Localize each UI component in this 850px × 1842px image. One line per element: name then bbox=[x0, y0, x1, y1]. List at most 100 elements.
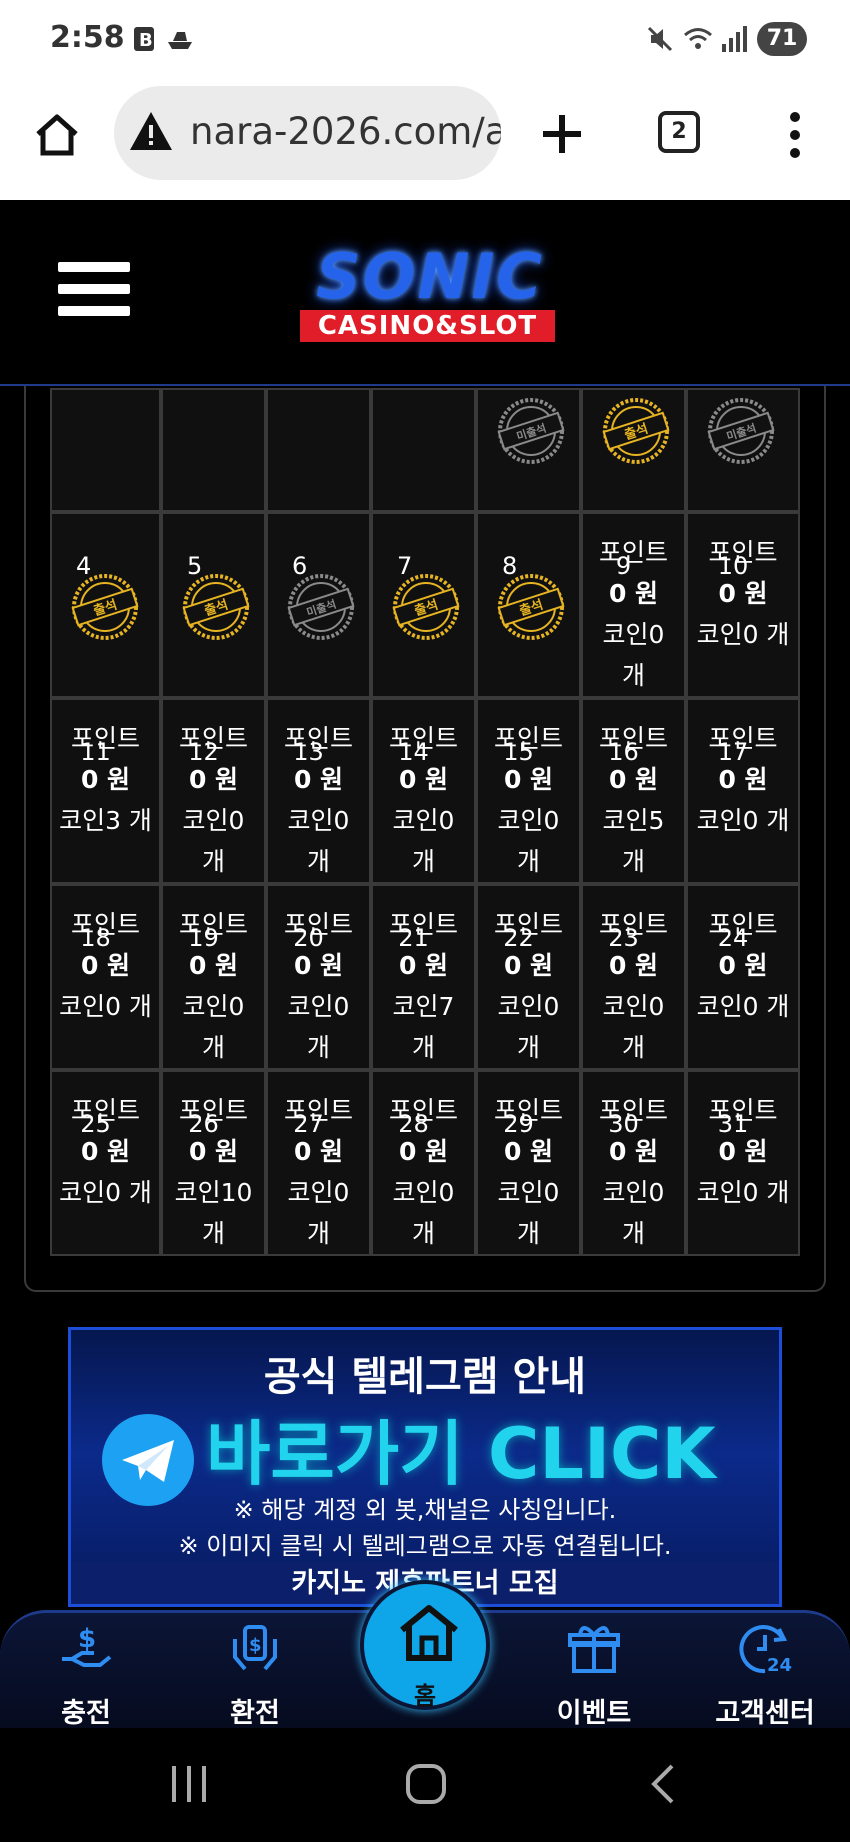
coin-value: 코인10 bbox=[174, 1178, 253, 1207]
coin-value: 코인0 개 bbox=[696, 620, 790, 649]
calendar-day-15: 15 포인트 0 원 코인0 개 bbox=[476, 698, 581, 884]
new-tab-icon[interactable] bbox=[540, 112, 584, 156]
telegram-banner[interactable]: 공식 텔레그램 안내 바로가기 CLICK ※ 해당 계정 외 봇,채널은 사칭… bbox=[68, 1327, 782, 1607]
day-number: 25 bbox=[80, 1110, 111, 1138]
day-number: 4 bbox=[76, 552, 92, 580]
site-header: SONIC CASINO&SLOT bbox=[0, 200, 850, 386]
banner-note-1: ※ 해당 계정 외 봇,채널은 사칭입니다. bbox=[233, 1496, 617, 1524]
day-number: 11 bbox=[80, 738, 111, 766]
svg-text:$: $ bbox=[78, 1624, 96, 1654]
day-number: 15 bbox=[503, 738, 534, 766]
address-bar[interactable]: nara-2026.com/a bbox=[114, 86, 501, 180]
calendar-day-19: 19 포인트 0 원 코인0 개 bbox=[161, 884, 266, 1070]
home-icon bbox=[400, 1605, 458, 1661]
coin-value: 코인0 bbox=[182, 992, 245, 1021]
coin-unit: 개 bbox=[201, 847, 225, 876]
day-reward-info: 포인트 0 원 코인0 개 bbox=[688, 532, 798, 655]
coin-unit: 개 bbox=[411, 1219, 435, 1248]
system-home-icon[interactable] bbox=[404, 1762, 448, 1806]
day-number: 26 bbox=[188, 1110, 219, 1138]
more-menu-icon[interactable] bbox=[783, 110, 807, 160]
calendar-cell: 출석 bbox=[581, 388, 686, 512]
recent-apps-icon[interactable] bbox=[168, 1764, 210, 1804]
gift-icon bbox=[568, 1626, 620, 1673]
coin-value: 코인0 개 bbox=[696, 1178, 790, 1207]
attended-stamp-icon: 출석 bbox=[182, 574, 250, 640]
coin-unit: 개 bbox=[201, 1033, 225, 1062]
nav-deposit[interactable]: $ 충전 bbox=[26, 1613, 146, 1731]
nav-support[interactable]: 24 고객센터 bbox=[705, 1613, 825, 1731]
day-number: 27 bbox=[293, 1110, 324, 1138]
day-number: 23 bbox=[608, 924, 639, 952]
system-nav-bar bbox=[0, 1728, 850, 1842]
status-bar: 2:58 B 71 bbox=[0, 0, 850, 80]
url-text: nara-2026.com/a bbox=[190, 110, 501, 153]
day-number: 10 bbox=[717, 552, 749, 580]
day-reward-info: 포인트 0 원 코인0 개 bbox=[688, 1090, 798, 1213]
nav-withdraw-label: 환전 bbox=[230, 1698, 280, 1729]
absent-stamp-icon: 미출석 bbox=[287, 574, 355, 640]
calendar-cell bbox=[161, 388, 266, 512]
coin-value: 코인0 bbox=[497, 1178, 560, 1207]
calendar-day-5: 5 출석 bbox=[161, 512, 266, 698]
nav-home-label: 홈 bbox=[413, 1682, 437, 1710]
svg-text:$: $ bbox=[249, 1635, 262, 1656]
day-reward-info: 포인트 0 원 코인0 개 bbox=[52, 904, 159, 1027]
coin-unit: 개 bbox=[411, 1033, 435, 1062]
coin-unit: 개 bbox=[516, 1219, 540, 1248]
nav-event[interactable]: 이벤트 bbox=[534, 1613, 654, 1731]
day-number: 31 bbox=[717, 1110, 749, 1138]
calendar-day-9: 9 포인트 0 원 코인0 개 bbox=[581, 512, 686, 698]
day-number: 21 bbox=[398, 924, 429, 952]
coin-value: 코인0 개 bbox=[696, 806, 790, 835]
day-reward-info: 포인트 0 원 코인3 개 bbox=[52, 718, 159, 841]
coin-unit: 개 bbox=[516, 847, 540, 876]
calendar-cell bbox=[50, 388, 161, 512]
withdraw-icon: $ bbox=[233, 1625, 277, 1671]
calendar-cell bbox=[266, 388, 371, 512]
boat-icon bbox=[168, 32, 192, 49]
calendar-day-13: 13 포인트 0 원 코인0 개 bbox=[266, 698, 371, 884]
calendar-day-28: 28 포인트 0 원 코인0 개 bbox=[371, 1070, 476, 1256]
calendar-day-29: 29 포인트 0 원 코인0 개 bbox=[476, 1070, 581, 1256]
site-logo[interactable]: SONIC CASINO&SLOT bbox=[275, 240, 585, 350]
coin-value: 코인0 bbox=[602, 1178, 665, 1207]
coin-unit: 개 bbox=[621, 661, 645, 690]
back-icon[interactable] bbox=[648, 1762, 678, 1806]
day-number: 14 bbox=[398, 738, 429, 766]
nav-withdraw[interactable]: $ 환전 bbox=[195, 1613, 315, 1731]
tab-switcher-button[interactable]: 2 bbox=[658, 111, 700, 153]
calendar-cell: 미출석 bbox=[686, 388, 800, 512]
coin-value: 코인0 개 bbox=[59, 992, 152, 1021]
battery-indicator: 71 bbox=[757, 22, 807, 56]
nav-home-button[interactable]: 홈 bbox=[360, 1580, 490, 1710]
calendar-day-22: 22 포인트 0 원 코인0 개 bbox=[476, 884, 581, 1070]
warning-icon bbox=[130, 112, 172, 150]
banner-title: 공식 텔레그램 안내 bbox=[263, 1354, 587, 1400]
calendar-day-4: 4 출석 bbox=[50, 512, 161, 698]
coin-unit: 개 bbox=[411, 847, 435, 876]
calendar-day-14: 14 포인트 0 원 코인0 개 bbox=[371, 698, 476, 884]
svg-text:B: B bbox=[139, 30, 153, 51]
home-icon[interactable] bbox=[32, 110, 82, 160]
coin-unit: 개 bbox=[621, 1219, 645, 1248]
calendar-day-23: 23 포인트 0 원 코인0 개 bbox=[581, 884, 686, 1070]
coin-value: 코인0 bbox=[392, 806, 455, 835]
coin-unit: 개 bbox=[201, 1219, 225, 1248]
day-number: 13 bbox=[293, 738, 324, 766]
day-number: 28 bbox=[398, 1110, 429, 1138]
day-number: 12 bbox=[188, 738, 219, 766]
calendar-day-21: 21 포인트 0 원 코인7 개 bbox=[371, 884, 476, 1070]
day-number: 24 bbox=[717, 924, 749, 952]
day-number: 7 bbox=[397, 552, 413, 580]
coin-unit: 개 bbox=[516, 1033, 540, 1062]
calendar-day-12: 12 포인트 0 원 코인0 개 bbox=[161, 698, 266, 884]
attendance-calendar: 미출석 출석 미출석 4 출석 5 출석 6 미출석 7 출석 8 출석 9 포인트 0 원 코인0 개 10 포인트… bbox=[50, 388, 800, 1266]
calendar-day-30: 30 포인트 0 원 코인0 개 bbox=[581, 1070, 686, 1256]
coin-value: 코인0 bbox=[182, 806, 245, 835]
coin-unit: 개 bbox=[306, 847, 330, 876]
browser-toolbar: nara-2026.com/a 2 bbox=[0, 80, 850, 200]
coin-value: 코인0 bbox=[392, 1178, 455, 1207]
status-time: 2:58 bbox=[50, 20, 125, 55]
nav-deposit-label: 충전 bbox=[61, 1698, 111, 1729]
